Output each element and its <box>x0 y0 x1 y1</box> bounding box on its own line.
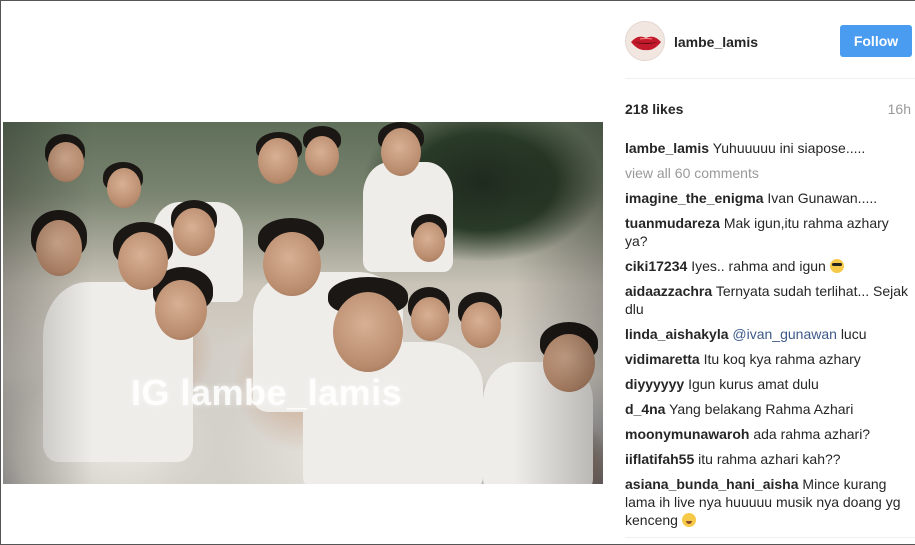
comment-item: iiflatifah55 itu rahma azhari kah?? <box>625 450 910 468</box>
comment-item: vidimaretta Itu koq kya rahma azhary <box>625 350 910 368</box>
follow-button[interactable]: Follow <box>840 25 912 57</box>
post-sidebar: lambe_lamis Follow 218 likes 16h lambe_l… <box>603 1 915 544</box>
comment-user[interactable]: iiflatifah55 <box>625 451 694 467</box>
likes-count[interactable]: 218 likes <box>625 101 683 117</box>
comment-item: aidaazzachra Ternyata sudah terlihat... … <box>625 282 910 318</box>
avatar[interactable] <box>625 21 665 61</box>
comment-item: asiana_bunda_hani_aisha Mince kurang lam… <box>625 475 910 529</box>
comment-text: Yang belakang Rahma Azhari <box>669 401 854 417</box>
comment-item: tuanmudareza Mak igun,itu rahma azhary y… <box>625 214 910 250</box>
comment-item: imagine_the_enigma Ivan Gunawan..... <box>625 189 910 207</box>
comment-text: Ivan Gunawan..... <box>767 190 878 206</box>
caption: lambe_lamis Yuhuuuuu ini siapose..... <box>625 139 910 157</box>
post-username[interactable]: lambe_lamis <box>674 34 758 50</box>
caption-user[interactable]: lambe_lamis <box>625 140 709 156</box>
comment-user[interactable]: imagine_the_enigma <box>625 190 764 206</box>
caption-text: Yuhuuuuu ini siapose..... <box>712 140 866 156</box>
comment-user[interactable]: diyyyyyy <box>625 376 684 392</box>
comment-item: moonymunawaroh ada rahma azhari? <box>625 425 910 443</box>
comment-user[interactable]: vidimaretta <box>625 351 700 367</box>
post-photo[interactable]: IG lambe_lamis <box>3 122 603 484</box>
post-media: IG lambe_lamis <box>1 1 603 544</box>
view-all-comments-link[interactable]: view all 60 comments <box>625 164 910 182</box>
comment-text: ada rahma azhari? <box>753 426 871 442</box>
post-header: lambe_lamis Follow <box>625 19 915 79</box>
divider <box>625 537 915 538</box>
comment-text: Itu koq kya rahma azhary <box>703 351 861 367</box>
sunglasses-emoji-icon <box>829 259 844 273</box>
comment-user[interactable]: tuanmudareza <box>625 215 720 231</box>
comment-text: Igun kurus amat dulu <box>688 376 819 392</box>
comment-mention-link[interactable]: @ivan_gunawan <box>732 326 837 342</box>
photo-watermark: IG lambe_lamis <box>131 372 403 413</box>
post-time[interactable]: 16h <box>888 101 911 117</box>
comment-item: d_4na Yang belakang Rahma Azhari <box>625 400 910 418</box>
comment-item: diyyyyyy Igun kurus amat dulu <box>625 375 910 393</box>
comment-user[interactable]: linda_aishakyla <box>625 326 729 342</box>
comment-text: itu rahma azhari kah?? <box>698 451 841 467</box>
comments-list: lambe_lamis Yuhuuuuu ini siapose..... vi… <box>625 139 910 536</box>
comment-user[interactable]: d_4na <box>625 401 665 417</box>
comment-user[interactable]: moonymunawaroh <box>625 426 749 442</box>
comment-text: lucu <box>840 326 867 342</box>
lips-icon <box>626 22 664 60</box>
comment-item: linda_aishakyla @ivan_gunawan lucu <box>625 325 910 343</box>
comment-item: ciki17234 Iyes.. rahma and igun <box>625 257 910 275</box>
comment-text: Iyes.. rahma and igun <box>691 258 826 274</box>
comment-user[interactable]: asiana_bunda_hani_aisha <box>625 476 799 492</box>
grinning-emoji-icon <box>681 513 696 527</box>
comment-user[interactable]: ciki17234 <box>625 258 687 274</box>
comment-user[interactable]: aidaazzachra <box>625 283 712 299</box>
